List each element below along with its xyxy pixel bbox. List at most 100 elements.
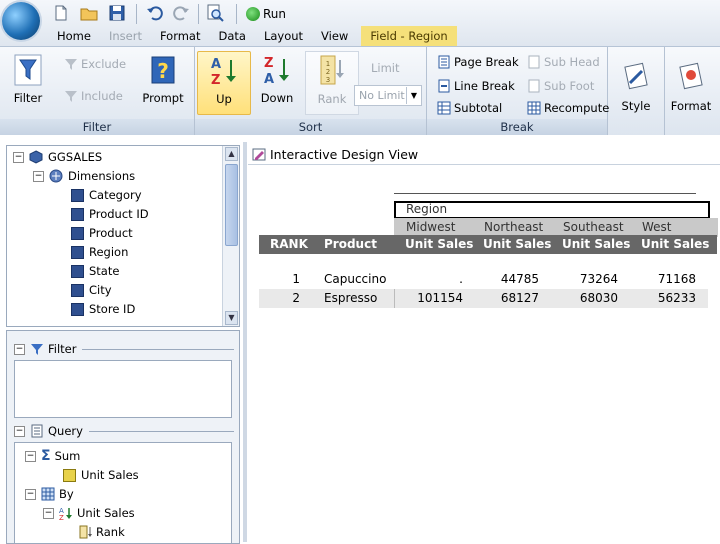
- new-icon[interactable]: [52, 4, 70, 22]
- query-by-field[interactable]: − AZ Unit Sales: [43, 504, 135, 522]
- collapse-icon[interactable]: −: [43, 507, 54, 519]
- value-cell[interactable]: .: [394, 270, 463, 289]
- field-icon: [71, 188, 84, 202]
- svg-text:3: 3: [326, 76, 330, 84]
- tree-field-store-id[interactable]: Store ID: [71, 300, 135, 318]
- ribbon: Filter Exclude Include ? Prompt Filter A…: [0, 46, 720, 135]
- tree-field-label: Store ID: [89, 302, 136, 316]
- value-cell[interactable]: 68127: [474, 289, 539, 308]
- filter-button[interactable]: Filter: [2, 51, 54, 113]
- filter-section-header[interactable]: − Filter: [14, 340, 234, 358]
- subtotal-button[interactable]: Subtotal: [437, 99, 502, 117]
- measure-header[interactable]: Unit Sales: [474, 235, 562, 254]
- scroll-thumb[interactable]: [225, 164, 238, 246]
- tree-scrollbar[interactable]: ▲ ▼: [222, 146, 239, 326]
- rank-cell[interactable]: 2: [259, 289, 300, 308]
- tree-root[interactable]: − GGSALES: [13, 148, 102, 166]
- run-button[interactable]: Run: [246, 5, 286, 23]
- query-rank-label: Rank: [96, 525, 125, 539]
- tab-home[interactable]: Home: [48, 26, 100, 46]
- tab-field-region[interactable]: Field - Region: [361, 26, 457, 46]
- tree-field-label: State: [89, 264, 120, 278]
- redo-icon[interactable]: [172, 4, 190, 22]
- value-cell[interactable]: 101154: [394, 289, 463, 308]
- product-column-header[interactable]: Product: [314, 235, 395, 254]
- design-view-title: Interactive Design View: [270, 146, 419, 162]
- tab-insert[interactable]: Insert: [100, 26, 151, 46]
- query-section-header[interactable]: − Query: [14, 422, 234, 440]
- filter-drop-area[interactable]: [14, 360, 232, 418]
- format-label: Format: [670, 99, 712, 113]
- recompute-label: Recompute: [544, 101, 610, 115]
- tab-view[interactable]: View: [312, 26, 357, 46]
- query-tree: − Σ Sum Unit Sales − By − AZ Unit Sales …: [14, 442, 232, 544]
- sub-foot-label: Sub Foot: [544, 79, 595, 93]
- scroll-up-icon[interactable]: ▲: [225, 147, 238, 161]
- recompute-button[interactable]: Recompute: [527, 99, 609, 117]
- tree-field-city[interactable]: City: [71, 281, 112, 299]
- sort-down-button[interactable]: Z A Down: [251, 51, 303, 113]
- tab-data[interactable]: Data: [209, 26, 254, 46]
- sub-head-button[interactable]: Sub Head: [527, 53, 600, 71]
- tree-field-category[interactable]: Category: [71, 186, 142, 204]
- line-break-button[interactable]: Line Break: [437, 77, 515, 95]
- sub-foot-button[interactable]: Sub Foot: [527, 77, 594, 95]
- query-rank-node[interactable]: Rank: [79, 523, 125, 541]
- tree-field-product-id[interactable]: Product ID: [71, 205, 149, 223]
- measure-header[interactable]: Unit Sales: [632, 235, 717, 254]
- line-break-icon: [438, 79, 450, 93]
- measure-header[interactable]: Unit Sales: [553, 235, 641, 254]
- svg-text:1: 1: [326, 60, 330, 68]
- measure-header[interactable]: Unit Sales: [394, 235, 485, 254]
- style-button[interactable]: Style: [610, 59, 662, 121]
- collapse-icon[interactable]: −: [13, 151, 24, 163]
- value-cell[interactable]: 73264: [553, 270, 618, 289]
- tree-dimensions[interactable]: − Dimensions: [33, 167, 135, 185]
- collapse-icon[interactable]: −: [25, 450, 36, 462]
- app-globe-icon[interactable]: [2, 2, 40, 40]
- collapse-icon[interactable]: −: [25, 488, 36, 500]
- limit-select[interactable]: No Limit ▼: [354, 85, 422, 106]
- tree-field-label: Category: [89, 188, 142, 202]
- query-sum-field[interactable]: Unit Sales: [63, 466, 139, 484]
- collapse-icon[interactable]: −: [14, 343, 25, 355]
- exclude-button[interactable]: Exclude: [64, 55, 126, 73]
- toolbar-separator: [198, 4, 199, 24]
- value-cell[interactable]: 44785: [474, 270, 539, 289]
- toolbar-separator: [136, 4, 137, 24]
- tab-layout[interactable]: Layout: [255, 26, 312, 46]
- tree-field-state[interactable]: State: [71, 262, 119, 280]
- tab-format[interactable]: Format: [151, 26, 210, 46]
- region-header-box[interactable]: Region: [394, 201, 710, 219]
- collapse-icon[interactable]: −: [33, 170, 44, 182]
- exclude-label: Exclude: [81, 57, 127, 71]
- save-icon[interactable]: [108, 4, 126, 22]
- scroll-down-icon[interactable]: ▼: [225, 311, 238, 325]
- chevron-down-icon[interactable]: ▼: [406, 87, 421, 104]
- sort-ascending-icon: A Z: [211, 57, 236, 88]
- value-cell[interactable]: 68030: [553, 289, 618, 308]
- query-by-node[interactable]: − By: [25, 485, 74, 503]
- format-button[interactable]: Format: [665, 59, 717, 121]
- value-cell[interactable]: 56233: [631, 289, 696, 308]
- rank-button[interactable]: 1 2 3 Rank: [305, 51, 359, 115]
- include-button[interactable]: Include: [64, 87, 123, 105]
- rank-cell[interactable]: 1: [259, 270, 300, 289]
- prompt-button[interactable]: ? Prompt: [134, 51, 192, 113]
- svg-text:A: A: [211, 57, 221, 72]
- sort-up-button[interactable]: A Z Up: [197, 51, 251, 115]
- exclude-funnel-icon: [65, 59, 77, 70]
- tree-field-region[interactable]: Region: [71, 243, 128, 261]
- query-sum-node[interactable]: − Σ Sum: [25, 447, 80, 465]
- value-cell[interactable]: 71168: [631, 270, 696, 289]
- prompt-icon: ?: [151, 56, 175, 84]
- pane-splitter[interactable]: [243, 142, 247, 542]
- collapse-icon[interactable]: −: [14, 425, 25, 437]
- undo-icon[interactable]: [146, 4, 164, 22]
- page-break-button[interactable]: Page Break: [437, 53, 519, 71]
- tree-dimensions-label: Dimensions: [68, 169, 136, 183]
- limit-label: Limit: [371, 61, 400, 75]
- open-icon[interactable]: [80, 4, 98, 22]
- preview-icon[interactable]: [206, 4, 224, 22]
- tree-field-product[interactable]: Product: [71, 224, 133, 242]
